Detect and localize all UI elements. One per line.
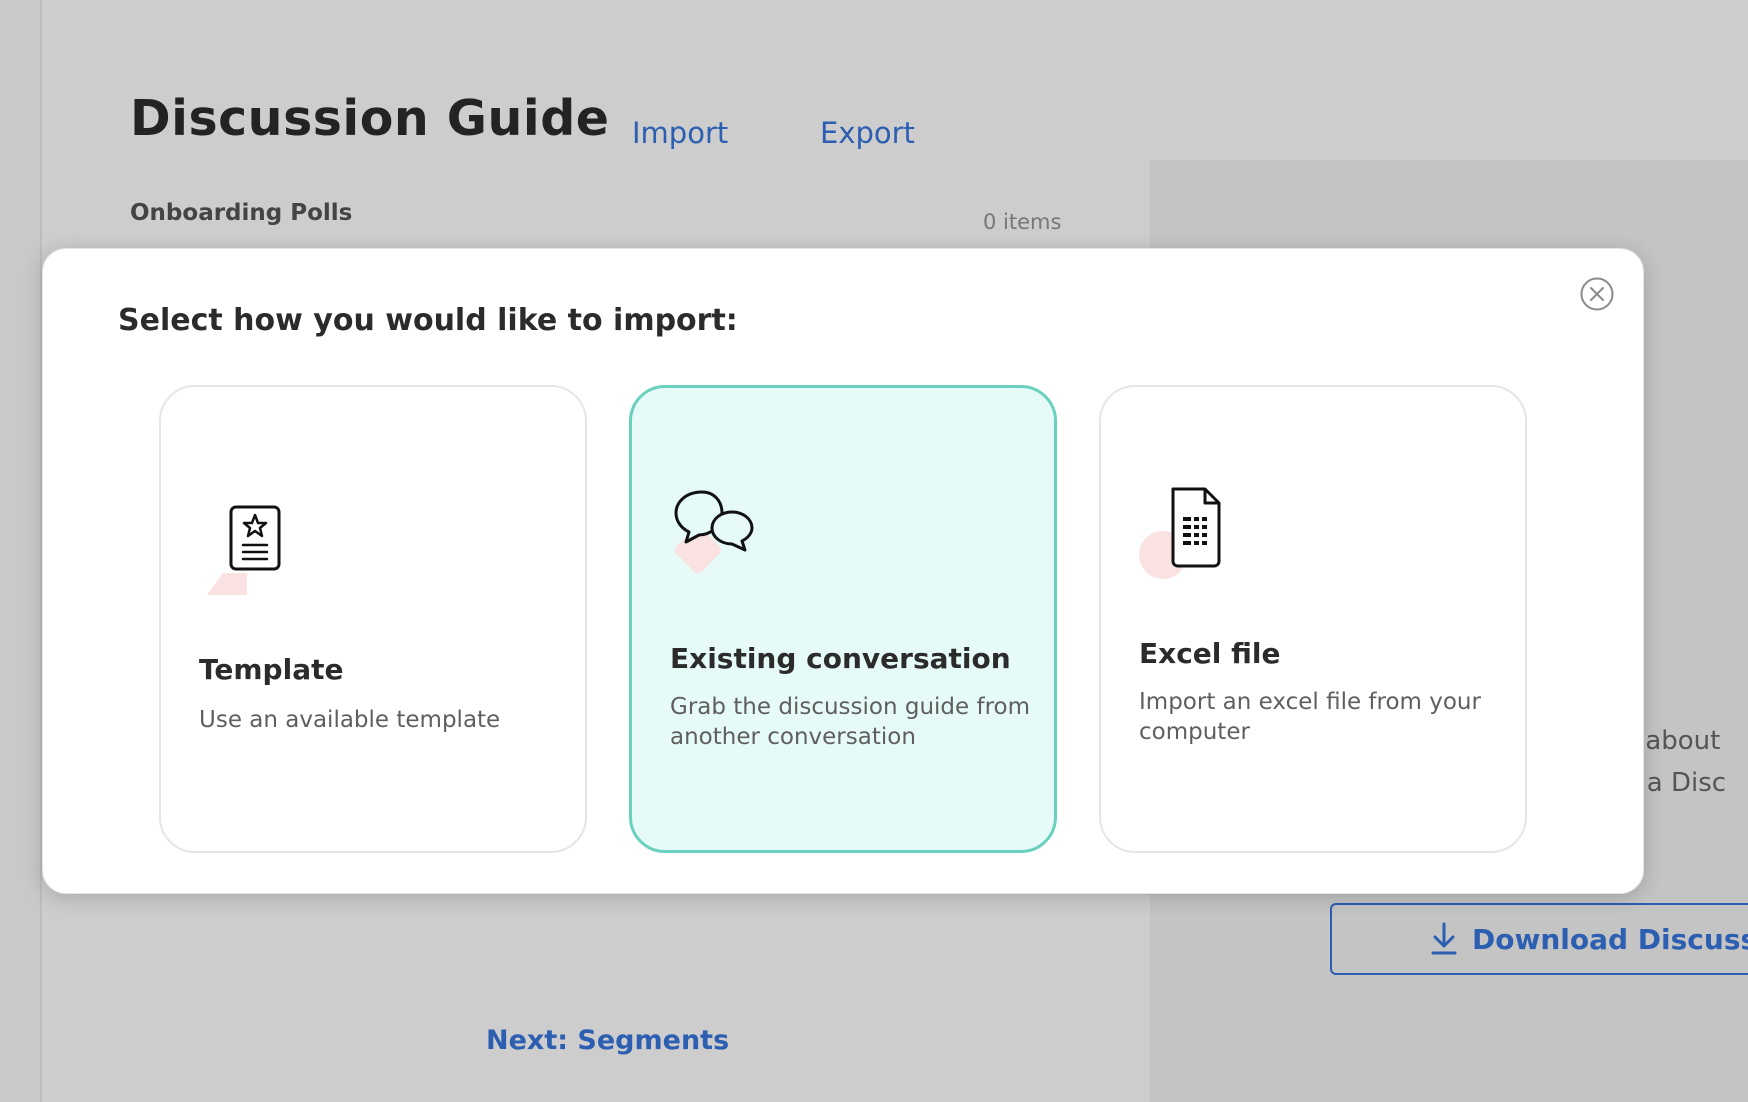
page-title: Discussion Guide (130, 90, 610, 147)
download-discussion-guide-button[interactable]: Download Discussio (1330, 903, 1748, 975)
import-link[interactable]: Import (632, 116, 728, 150)
close-icon[interactable] (1580, 277, 1614, 311)
option-description: Use an available template (199, 707, 501, 733)
spreadsheet-file-icon (1139, 487, 1221, 579)
download-button-label: Download Discussio (1472, 922, 1748, 956)
left-rail (0, 0, 42, 1102)
template-icon (207, 505, 281, 595)
export-link[interactable]: Export (820, 116, 915, 150)
next-segments-link[interactable]: Next: Segments (486, 1025, 729, 1056)
section-item-count: 0 items (983, 210, 1062, 234)
import-option-excel-file[interactable]: Excel file Import an excel file from you… (1099, 385, 1527, 853)
option-description: Grab the discussion guide from another c… (670, 694, 1031, 750)
modal-title: Select how you would like to import: (118, 303, 738, 338)
import-option-template[interactable]: Template Use an available template (159, 385, 587, 853)
option-title: Existing conversation (670, 642, 1011, 675)
import-option-existing-conversation[interactable]: Existing conversation Grab the discussio… (629, 385, 1057, 853)
import-modal: Select how you would like to import: Tem… (42, 248, 1644, 894)
section-label: Onboarding Polls (130, 200, 353, 226)
option-title: Template (199, 653, 344, 686)
option-title: Excel file (1139, 637, 1281, 670)
option-description: Import an excel file from your computer (1139, 689, 1481, 745)
chat-bubbles-icon (674, 490, 754, 573)
download-icon (1431, 922, 1457, 955)
